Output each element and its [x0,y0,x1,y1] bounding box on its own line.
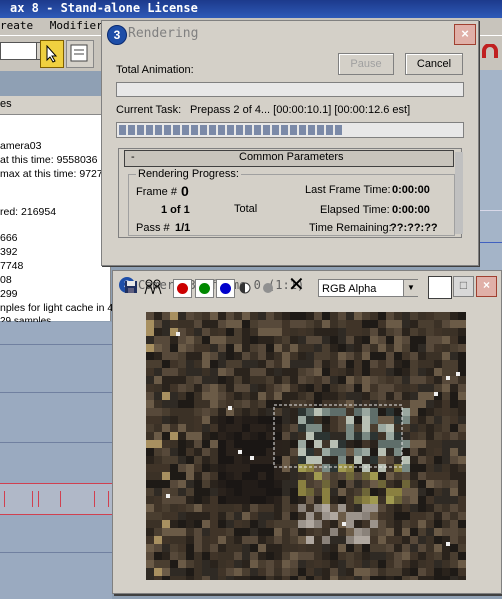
close-icon[interactable]: × [476,276,497,297]
background-viewport [480,70,502,270]
elapsed-time-value: 0:00:00 [392,204,430,216]
cancel-button[interactable]: Cancel [405,53,463,75]
log-panel-tab[interactable]: es [0,98,12,110]
total-label: Total [234,203,258,215]
last-frame-time-value: 0:00:00 [392,184,430,196]
current-task-progress [116,122,464,138]
pass-label: Pass # [136,222,170,234]
rendering-title-bar[interactable]: 3 Rendering × [102,21,478,47]
frame-of-value: 1 of 1 [161,204,190,216]
progress-segment [146,125,153,135]
track-bar[interactable] [0,483,112,515]
progress-segment [128,125,135,135]
total-animation-label: Total Animation: [116,64,194,76]
last-frame-time-label: Last Frame Time: [305,184,391,196]
clone-window-icon[interactable] [144,279,162,295]
progress-segment [218,125,225,135]
track-key [38,491,39,507]
menu-create[interactable]: reate [0,19,33,32]
progress-segment [236,125,243,135]
rendering-title: Rendering [128,26,199,41]
progress-segment [245,125,252,135]
current-task-label: Current Task: [116,104,182,116]
progress-segment [317,125,324,135]
progress-segment [209,125,216,135]
progress-segment [290,125,297,135]
track-key [60,491,61,507]
progress-segment [308,125,315,135]
track-key [94,491,95,507]
progress-segment [281,125,288,135]
log-line: 392 [0,246,18,258]
elapsed-time-label: Elapsed Time: [320,204,390,216]
log-line: max at this time: 9727 [0,168,103,180]
close-icon[interactable]: × [454,24,476,45]
background-viewport-lower [0,322,112,599]
select-object-button[interactable] [40,40,64,68]
time-remaining-value: ??:??:?? [390,222,438,234]
progress-segment [254,125,261,135]
current-task-value: Prepass 2 of 4... [00:00:10.1] [00:00:12… [190,104,411,116]
track-key [32,491,33,507]
log-line: amera03 [0,140,42,152]
progress-segment [200,125,207,135]
monochrome-icon[interactable] [262,282,274,294]
progress-segment [182,125,189,135]
common-parameters-title: Common Parameters [239,151,344,163]
maximize-icon[interactable]: □ [453,276,474,297]
progress-segment [155,125,162,135]
frame-value: 0 [181,183,189,199]
list-icon [70,44,88,62]
render-log-panel: es amera03 at this time: 9558036 max at … [0,96,114,327]
log-line: 666 [0,232,18,244]
progress-segment [299,125,306,135]
progress-segment [164,125,171,135]
save-icon[interactable] [124,280,138,294]
max-title-text: ax 8 - Stand-alone License [10,1,198,15]
magnet-icon[interactable] [481,44,499,62]
color-swatch[interactable] [428,276,452,299]
track-key [4,491,5,507]
progress-segment [191,125,198,135]
frame-label: Frame # [136,186,177,198]
time-remaining-label: Time Remaining: [309,222,392,234]
collapse-icon: - [131,151,135,163]
common-parameters-header[interactable]: - Common Parameters [124,150,454,167]
alpha-channel-icon[interactable] [239,282,251,294]
progress-segment [137,125,144,135]
rendering-progress-title: Rendering Progress: [136,168,241,180]
pass-value: 1/1 [175,222,191,234]
progress-segment [335,125,342,135]
log-line: nples for light cache in 4 [0,302,114,314]
red-channel-toggle[interactable] [173,279,192,298]
clear-icon[interactable]: ✕ [288,275,305,295]
log-line: 299 [0,288,18,300]
log-line: 08 [0,274,12,286]
cursor-icon [46,45,58,63]
dialog-scrollbar[interactable] [455,152,463,234]
selection-filter-dropdown[interactable] [0,42,38,60]
progress-segment [227,125,234,135]
log-panel-header: es [0,96,110,115]
chevron-down-icon[interactable]: ▼ [403,280,418,296]
progress-segment [173,125,180,135]
progress-segment [119,125,126,135]
progress-segment [326,125,333,135]
track-key [108,491,109,507]
log-line: at this time: 9558036 [0,154,98,166]
max-logo-icon: 3 [107,25,127,45]
green-channel-toggle[interactable] [195,279,214,298]
progress-segment [272,125,279,135]
total-animation-progress [116,82,464,97]
log-line: 7748 [0,260,24,272]
render-image [146,312,466,580]
progress-segment [263,125,270,135]
max-title-bar: ax 8 - Stand-alone License [0,0,502,18]
blue-channel-toggle[interactable] [216,279,235,298]
pause-button[interactable]: Pause [338,53,394,75]
log-line: red: 216954 [0,206,57,218]
rendered-frame [146,312,466,580]
select-by-name-button[interactable] [66,40,94,68]
